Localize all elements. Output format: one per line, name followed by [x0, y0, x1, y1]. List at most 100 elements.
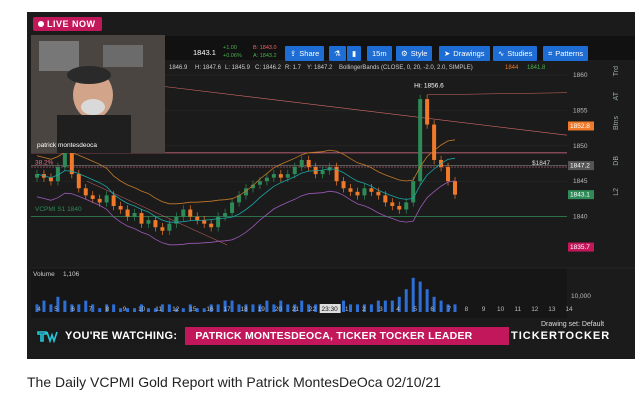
candle-body	[118, 205, 123, 210]
indicator-label: VCPMI S1 1840	[35, 206, 82, 213]
candle-body	[299, 159, 304, 168]
x-tick-label: 19	[258, 306, 266, 313]
study-label: BollingerBands (CLOSE, 0, 20, -2.0, 2.0,…	[339, 65, 473, 71]
x-tick-label: 10	[138, 306, 146, 313]
volume-bar	[265, 300, 269, 312]
x-tick-label: 7	[88, 306, 92, 313]
studies-icon: ∿	[498, 49, 505, 58]
candle-body	[383, 195, 388, 203]
side-tab-db[interactable]: DB	[613, 156, 625, 166]
candle-body	[341, 181, 346, 189]
x-tick-label: 9	[123, 306, 127, 313]
video-player[interactable]: 1846.9 H: 1847.6 L: 1845.9 C: 1846.2 R: 1.7 Y…	[27, 12, 635, 359]
candle-body	[153, 220, 158, 228]
candle-body	[320, 170, 325, 175]
candle-body	[202, 220, 207, 224]
volume-bar	[251, 304, 255, 312]
volume-bar	[286, 304, 290, 312]
candles-button[interactable]: ▮	[347, 46, 362, 61]
x-tick-label: 11	[155, 306, 162, 313]
y-tick-label: 1855	[573, 107, 588, 114]
style-button[interactable]: ⚙ Style	[396, 46, 433, 61]
x-tick-label: 17	[223, 306, 231, 313]
candle-body	[97, 198, 102, 203]
candle-body	[146, 220, 151, 224]
y-tick-label: 1845	[573, 178, 588, 185]
volume-bar	[63, 300, 67, 312]
banner-presenter-label: PATRICK MONTESDEOCA, TICKER TOCKER LEADE…	[185, 327, 509, 345]
ohlc-range: R: 1.7	[285, 65, 302, 71]
price-tag-label: 1835.7	[570, 244, 590, 251]
drawing-set-label: Drawing set: Default	[541, 321, 605, 328]
candle-body	[369, 188, 374, 192]
candle-body	[230, 202, 235, 214]
flask-button[interactable]: ⚗	[329, 46, 346, 61]
candle-body	[285, 174, 290, 178]
volume-bar	[84, 300, 88, 312]
candle-body	[453, 181, 457, 195]
x-tick-label: 14	[565, 306, 573, 313]
x-tick-label: 2	[362, 306, 366, 313]
level-label: $1847	[532, 160, 550, 167]
ohlc-close: C: 1846.2	[255, 65, 282, 71]
side-tab-trd[interactable]: Trd	[613, 66, 625, 76]
volume-bar	[167, 304, 171, 312]
x-tick-label: 23:30	[322, 306, 339, 313]
video-title: The Daily VCPMI Gold Report with Patrick…	[27, 374, 441, 390]
volume-bar	[98, 308, 102, 312]
interval-button[interactable]: 15m	[367, 46, 392, 61]
volume-axis-max: 10,000	[571, 293, 591, 300]
x-tick-label: 21	[292, 306, 300, 313]
volume-bar	[383, 300, 387, 312]
live-badge-label: LIVE NOW	[47, 19, 96, 29]
side-tab-at[interactable]: AT	[613, 92, 625, 100]
x-tick-label: 12	[531, 306, 539, 313]
live-badge: LIVE NOW	[33, 17, 102, 31]
drawings-button[interactable]: ➤ Drawings	[439, 46, 490, 61]
candle-body	[432, 124, 437, 160]
x-tick-label: 16	[206, 306, 214, 313]
share-icon: ⇪	[290, 49, 297, 58]
presenter-webcam: patrick montesdeoca	[31, 35, 165, 153]
share-button[interactable]: ⇪ Share	[285, 46, 325, 61]
lower-third-banner: YOU'RE WATCHING: PATRICK MONTESDEOCA, TI…	[33, 327, 509, 345]
x-tick-label: 3	[379, 306, 383, 313]
candle-body	[104, 195, 109, 203]
x-tick-label: 20	[275, 306, 283, 313]
patterns-icon: ⌗	[548, 48, 553, 58]
patterns-button[interactable]: ⌗ Patterns	[543, 46, 589, 61]
x-tick-label: 4	[396, 306, 400, 313]
volume-bar	[77, 304, 81, 312]
side-tab-btns[interactable]: Btns	[613, 116, 625, 130]
presenter-figure-icon	[31, 35, 165, 153]
x-tick-label: 5	[413, 306, 417, 313]
volume-bar	[300, 300, 304, 312]
candle-body	[271, 174, 276, 178]
volume-bar	[355, 304, 359, 312]
candle-body	[83, 188, 88, 196]
page: 1846.9 H: 1847.6 L: 1845.9 C: 1846.2 R: 1.7 Y…	[0, 0, 640, 400]
volume-bar	[133, 308, 137, 312]
banner-watching-label: YOU'RE WATCHING:	[61, 327, 186, 345]
candle-body	[292, 167, 297, 175]
candle-body	[390, 202, 395, 206]
candle-body	[195, 216, 200, 221]
price-tag-label: 1843.1	[570, 192, 590, 199]
volume-label: Volume	[33, 271, 55, 278]
candle-body	[76, 174, 81, 189]
volume-bar	[42, 300, 46, 312]
tt-logo-icon	[33, 327, 61, 345]
volume-bar	[49, 304, 53, 312]
presenter-name: patrick montesdeoca	[37, 142, 97, 149]
candle-body	[132, 213, 137, 217]
volume-bar	[119, 308, 123, 312]
candle-body	[90, 195, 95, 199]
candle-body	[362, 188, 367, 196]
volume-bar	[418, 281, 422, 312]
candle-body	[188, 209, 193, 217]
side-tab-l2[interactable]: L2	[613, 188, 625, 196]
candle-body	[111, 195, 116, 206]
studies-button[interactable]: ∿ Studies	[493, 46, 538, 61]
candle-body	[48, 177, 53, 182]
ohlc-y: Y: 1847.2	[307, 65, 333, 71]
